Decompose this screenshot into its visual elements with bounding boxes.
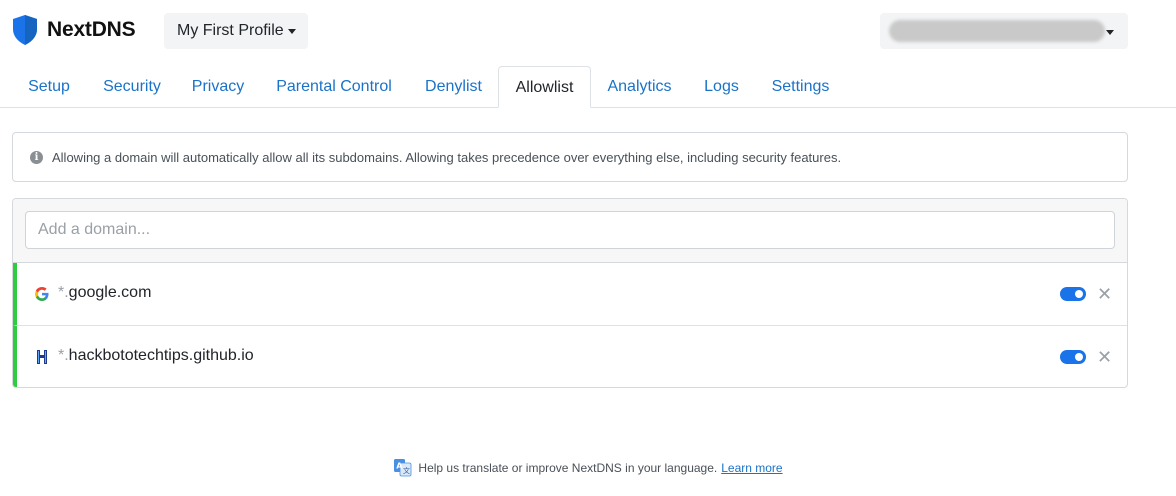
list-item: *.hackbototechtips.github.io ✕: [13, 326, 1127, 387]
info-icon: i: [30, 150, 43, 164]
list-item: *.google.com ✕: [13, 263, 1127, 326]
chevron-down-icon: [1106, 30, 1114, 35]
brand-name: NextDNS: [47, 18, 136, 41]
brand-logo[interactable]: NextDNS: [12, 14, 136, 46]
tab-privacy[interactable]: Privacy: [180, 66, 256, 108]
tab-security[interactable]: Security: [90, 66, 174, 108]
tab-setup[interactable]: Setup: [15, 66, 83, 108]
toggle-knob: [1075, 353, 1083, 361]
nav-tabs: Setup Security Privacy Parental Control …: [0, 66, 1176, 108]
wildcard-prefix: *.: [58, 347, 69, 364]
tab-settings[interactable]: Settings: [758, 66, 843, 108]
info-alert: i Allowing a domain will automatically a…: [12, 132, 1128, 182]
info-text: Allowing a domain will automatically all…: [52, 149, 842, 165]
domain-name: *.google.com: [58, 284, 151, 302]
translate-footer: A 文 Help us translate or improve NextDNS…: [0, 458, 1176, 477]
allowlist-card: *.google.com ✕ *.hackbototechtips.github…: [12, 198, 1128, 388]
profile-label: My First Profile: [177, 22, 284, 39]
svg-text:文: 文: [403, 466, 410, 475]
tab-logs[interactable]: Logs: [691, 66, 752, 108]
translate-icon: A 文: [394, 459, 412, 477]
remove-icon[interactable]: ✕: [1097, 345, 1112, 369]
chevron-down-icon: [287, 29, 296, 34]
toggle-knob: [1075, 290, 1083, 298]
add-domain-area: [13, 199, 1127, 263]
tab-parental-control[interactable]: Parental Control: [263, 66, 405, 108]
top-header: NextDNS My First Profile: [0, 0, 1176, 62]
account-email-redacted: [889, 20, 1105, 42]
domain-text: google.com: [68, 284, 152, 301]
tab-denylist[interactable]: Denylist: [411, 66, 496, 108]
domain-text: hackbototechtips.github.io: [68, 347, 254, 364]
learn-more-link[interactable]: Learn more: [721, 461, 782, 475]
tab-allowlist[interactable]: Allowlist: [498, 66, 591, 108]
google-favicon-icon: [35, 287, 49, 301]
account-dropdown[interactable]: [880, 13, 1128, 49]
profile-dropdown[interactable]: My First Profile: [164, 13, 308, 49]
shield-icon: [13, 15, 37, 45]
wildcard-prefix: *.: [58, 284, 69, 301]
enable-toggle[interactable]: [1060, 287, 1086, 301]
enable-toggle[interactable]: [1060, 350, 1086, 364]
remove-icon[interactable]: ✕: [1097, 282, 1112, 306]
hackbot-favicon-icon: [37, 350, 47, 364]
add-domain-input[interactable]: [25, 211, 1115, 249]
domain-name: *.hackbototechtips.github.io: [58, 347, 254, 365]
footer-text: Help us translate or improve NextDNS in …: [418, 460, 718, 475]
tab-analytics[interactable]: Analytics: [594, 66, 685, 108]
